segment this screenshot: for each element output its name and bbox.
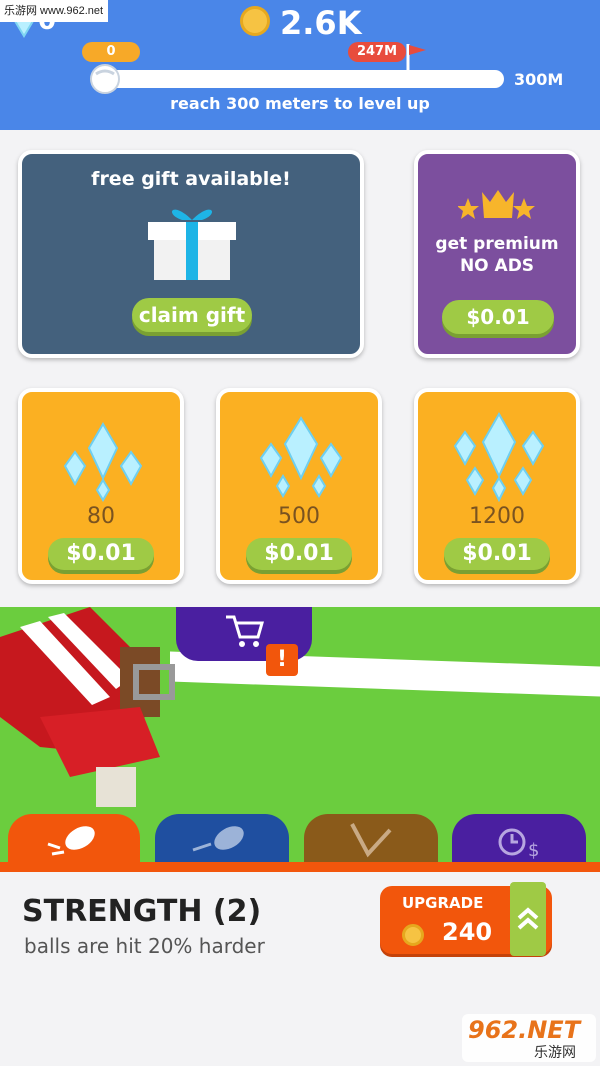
free-gift-card[interactable]: free gift available! claim gift (18, 150, 364, 358)
gift-box-icon (148, 209, 236, 280)
gem-pack-medium-card[interactable]: 500 $0.01 (216, 388, 382, 584)
level-up-hint: reach 300 meters to level up (170, 94, 430, 113)
upgrade-button-label: UPGRADE (402, 894, 484, 912)
coin-icon (402, 924, 424, 946)
tab-bounce[interactable] (304, 814, 438, 864)
watermark-sub: 乐游网 (534, 1045, 576, 1061)
double-chevron-up-icon (517, 907, 539, 930)
football-hit-icon (47, 826, 95, 856)
gem-cluster-icon (453, 411, 545, 502)
upgrade-title: STRENGTH (2) (22, 894, 262, 929)
claim-gift-button[interactable]: claim gift (132, 298, 252, 332)
gift-title: free gift available! (91, 168, 291, 190)
offline-earnings-icon: $ (498, 828, 539, 861)
premium-price-button[interactable]: $0.01 (442, 300, 554, 334)
cart-icon (226, 615, 264, 647)
tab-throwing[interactable] (155, 814, 289, 864)
watermark-top: 乐游网 www.962.net (0, 0, 108, 22)
ball-marker-icon (90, 64, 120, 94)
player-character (0, 607, 175, 807)
watermark-bottom: 962.NET 乐游网 (462, 1014, 596, 1062)
upgrade-description: balls are hit 20% harder (24, 934, 265, 958)
distance-progress-bar (92, 70, 504, 88)
alert-badge: ! (266, 644, 298, 676)
watermark-brand: 962.NET (468, 1016, 581, 1044)
gem-pack-small-card[interactable]: 80 $0.01 (18, 388, 184, 584)
svg-text:$: $ (528, 840, 539, 861)
bounce-icon (350, 823, 392, 858)
best-distance-label: 247M (348, 42, 406, 62)
coin-icon (240, 6, 270, 36)
coin-total: 2.6K (280, 4, 362, 42)
gem-pack-amount: 1200 (469, 504, 525, 529)
upgrade-arrow-tab (510, 882, 546, 956)
upgrade-button[interactable]: UPGRADE 240 (380, 882, 552, 956)
gem-pack-price-button[interactable]: $0.01 (48, 538, 154, 570)
gem-cluster-icon (63, 422, 143, 502)
progress-start-label: 0 (82, 42, 140, 62)
gem-pack-large-card[interactable]: 1200 $0.01 (414, 388, 580, 584)
premium-line2: NO ADS (459, 256, 535, 276)
gem-pack-price-button[interactable]: $0.01 (246, 538, 352, 570)
gem-pack-price-button[interactable]: $0.01 (444, 538, 550, 570)
goal-distance-label: 300M (514, 70, 564, 89)
premium-line1: get premium (435, 234, 559, 254)
gem-pack-amount: 500 (278, 504, 320, 529)
crown-icon (458, 190, 535, 219)
upgrade-cost: 240 (442, 918, 493, 946)
tab-offline-earnings[interactable]: $ (452, 814, 586, 864)
tab-hitting[interactable] (8, 814, 140, 864)
football-throw-icon (192, 826, 244, 852)
gem-pack-amount: 80 (87, 504, 115, 529)
premium-card[interactable]: get premium NO ADS $0.01 (414, 150, 580, 358)
gem-cluster-icon (259, 416, 343, 498)
